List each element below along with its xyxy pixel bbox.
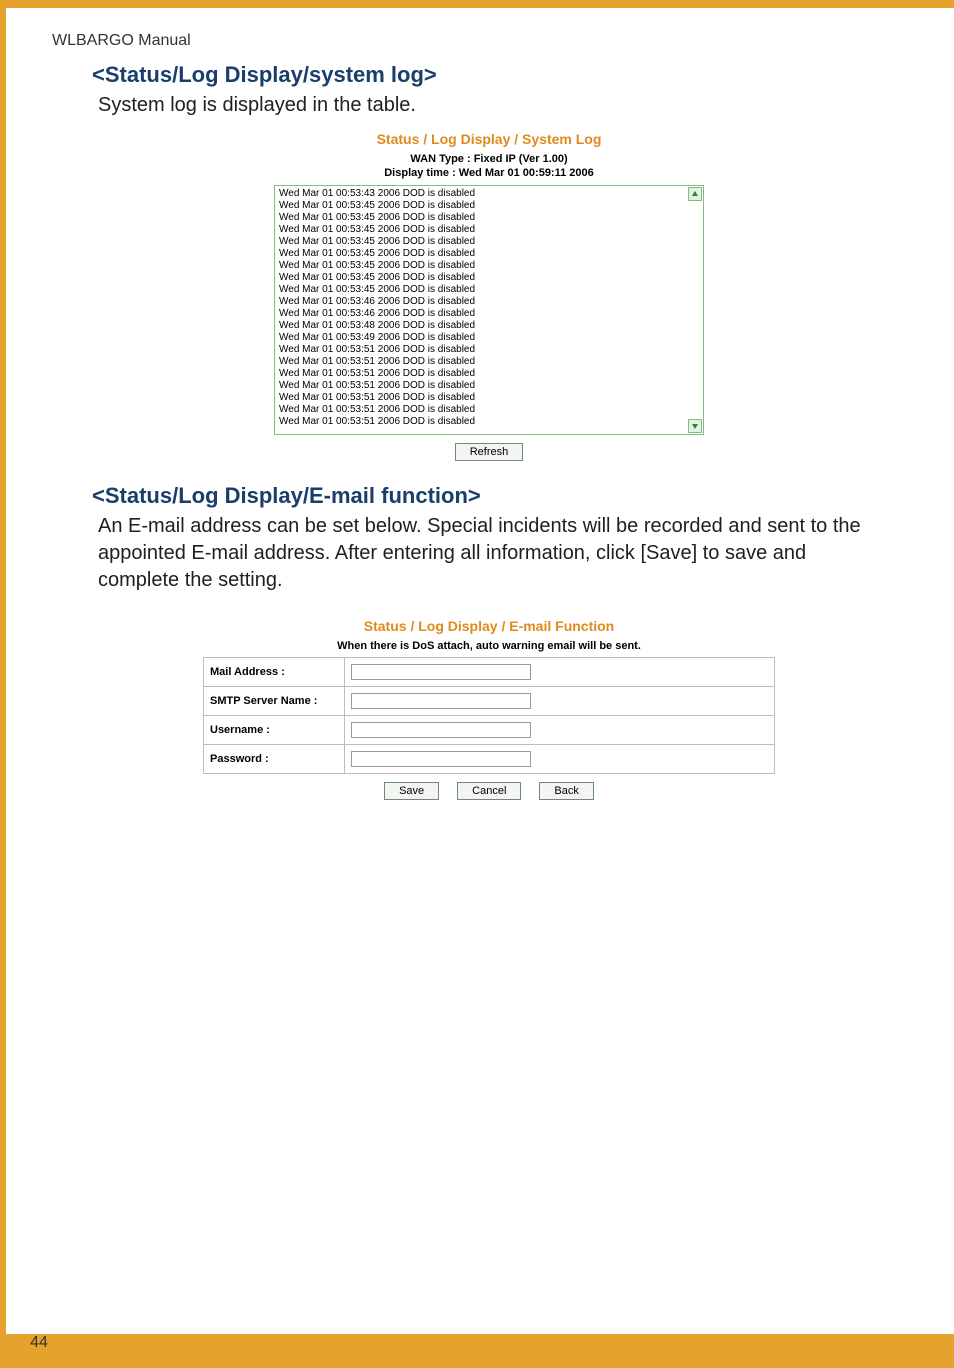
log-line: Wed Mar 01 00:53:46 2006 DOD is disabled: [279, 296, 684, 308]
breadcrumb: Status / Log Display / E-mail Function: [364, 618, 614, 634]
display-time-label: Display time : Wed Mar 01 00:59:11 2006: [384, 167, 594, 181]
password-label: Password :: [204, 745, 345, 774]
log-line: Wed Mar 01 00:53:51 2006 DOD is disabled: [279, 392, 684, 404]
log-line: Wed Mar 01 00:53:46 2006 DOD is disabled: [279, 308, 684, 320]
cancel-button[interactable]: Cancel: [457, 782, 521, 800]
username-input[interactable]: [351, 722, 531, 738]
log-line: Wed Mar 01 00:53:45 2006 DOD is disabled: [279, 248, 684, 260]
log-line: Wed Mar 01 00:53:48 2006 DOD is disabled: [279, 320, 684, 332]
log-line: Wed Mar 01 00:53:45 2006 DOD is disabled: [279, 272, 684, 284]
log-line: Wed Mar 01 00:53:45 2006 DOD is disabled: [279, 224, 684, 236]
log-line: Wed Mar 01 00:53:51 2006 DOD is disabled: [279, 380, 684, 392]
log-line: Wed Mar 01 00:53:51 2006 DOD is disabled: [279, 404, 684, 416]
log-line: Wed Mar 01 00:53:51 2006 DOD is disabled: [279, 344, 684, 356]
email-function-figure: Status / Log Display / E-mail Function W…: [94, 612, 884, 801]
refresh-button[interactable]: Refresh: [455, 443, 524, 461]
log-line: Wed Mar 01 00:53:51 2006 DOD is disabled: [279, 368, 684, 380]
log-line: Wed Mar 01 00:53:51 2006 DOD is disabled: [279, 356, 684, 368]
log-line: Wed Mar 01 00:53:45 2006 DOD is disabled: [279, 200, 684, 212]
section2-heading: <Status/Log Display/E-mail function>: [92, 483, 884, 509]
back-button[interactable]: Back: [539, 782, 593, 800]
doc-header: WLBARGO Manual: [52, 32, 191, 50]
smtp-server-input[interactable]: [351, 693, 531, 709]
system-log-textarea[interactable]: Wed Mar 01 00:53:43 2006 DOD is disabled…: [274, 185, 704, 435]
save-button[interactable]: Save: [384, 782, 439, 800]
chevron-down-icon: [691, 422, 699, 430]
smtp-server-label: SMTP Server Name :: [204, 687, 345, 716]
log-line: Wed Mar 01 00:53:45 2006 DOD is disabled: [279, 260, 684, 272]
log-line: Wed Mar 01 00:53:49 2006 DOD is disabled: [279, 332, 684, 344]
chevron-up-icon: [691, 190, 699, 198]
log-line: Wed Mar 01 00:53:43 2006 DOD is disabled: [279, 188, 684, 200]
log-content: Wed Mar 01 00:53:43 2006 DOD is disabled…: [276, 187, 687, 433]
log-line: Wed Mar 01 00:53:51 2006 DOD is disabled: [279, 416, 684, 428]
mail-address-input[interactable]: [351, 664, 531, 680]
footer-accent-bar: [6, 1334, 954, 1368]
system-log-figure: Status / Log Display / System Log WAN Ty…: [94, 125, 884, 461]
log-line: Wed Mar 01 00:53:45 2006 DOD is disabled: [279, 236, 684, 248]
log-line: Wed Mar 01 00:53:45 2006 DOD is disabled: [279, 212, 684, 224]
page-number: 44: [6, 1334, 72, 1352]
username-label: Username :: [204, 716, 345, 745]
password-input[interactable]: [351, 751, 531, 767]
scroll-down-button[interactable]: [688, 419, 702, 433]
mail-address-label: Mail Address :: [204, 658, 345, 687]
scrollbar[interactable]: [688, 187, 702, 433]
breadcrumb: Status / Log Display / System Log: [377, 131, 602, 147]
top-accent-bar: [6, 0, 954, 8]
email-intro-label: When there is DoS attach, auto warning e…: [337, 640, 641, 654]
section2-text: An E-mail address can be set below. Spec…: [98, 513, 884, 594]
section1-heading: <Status/Log Display/system log>: [92, 62, 884, 88]
log-line: Wed Mar 01 00:53:45 2006 DOD is disabled: [279, 284, 684, 296]
section1-text: System log is displayed in the table.: [98, 92, 884, 119]
email-form-table: Mail Address : SMTP Server Name : Userna…: [203, 657, 775, 774]
scroll-up-button[interactable]: [688, 187, 702, 201]
wan-type-label: WAN Type : Fixed IP (Ver 1.00): [410, 153, 567, 167]
